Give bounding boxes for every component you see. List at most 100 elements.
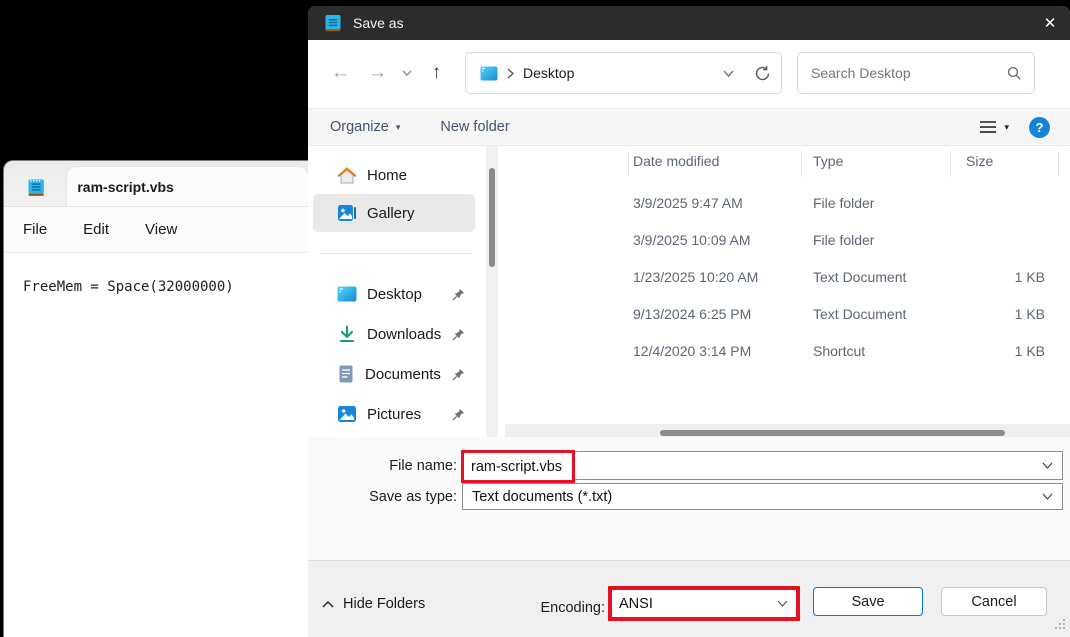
table-row[interactable]: 3/9/2025 10:09 AM File folder bbox=[505, 221, 1070, 258]
cell-size: 1 KB bbox=[945, 343, 1045, 359]
cell-date: 3/9/2025 10:09 AM bbox=[633, 232, 751, 248]
scrollbar-thumb[interactable] bbox=[660, 430, 1005, 436]
pictures-icon bbox=[337, 405, 357, 423]
new-folder-button[interactable]: New folder bbox=[440, 119, 509, 135]
search-placeholder: Search Desktop bbox=[811, 65, 911, 81]
sidebar-item-label: Home bbox=[367, 167, 407, 184]
up-button[interactable]: ↑ bbox=[418, 56, 455, 90]
cell-date: 9/13/2024 6:25 PM bbox=[633, 306, 751, 322]
sidebar-scrollbar[interactable] bbox=[486, 146, 498, 437]
cell-type: Shortcut bbox=[813, 343, 865, 359]
sidebar-item-documents[interactable]: Documents bbox=[313, 354, 475, 394]
pin-icon bbox=[452, 328, 465, 341]
sidebar-item-label: Downloads bbox=[367, 326, 441, 343]
cell-date: 1/23/2025 10:20 AM bbox=[633, 269, 758, 285]
close-button[interactable]: ✕ bbox=[1032, 6, 1068, 40]
up-icon: ↑ bbox=[432, 62, 442, 84]
chevron-down-icon: ▾ bbox=[1004, 122, 1009, 133]
search-icon bbox=[1007, 66, 1022, 81]
notepad-text: FreeMem = Space(32000000) bbox=[23, 279, 234, 295]
address-bar[interactable]: Desktop bbox=[465, 52, 782, 94]
encoding-highlight-box: ANSI bbox=[608, 586, 800, 621]
scrollbar-thumb[interactable] bbox=[489, 168, 495, 267]
table-row[interactable]: 3/9/2025 9:47 AM File folder bbox=[505, 184, 1070, 221]
organize-label: Organize bbox=[330, 119, 389, 135]
chevron-down-icon: ▾ bbox=[396, 122, 401, 133]
notepad-tab[interactable]: ram-script.vbs bbox=[67, 167, 308, 206]
table-row[interactable]: 12/4/2020 3:14 PM Shortcut 1 KB bbox=[505, 332, 1070, 369]
save-as-type-select[interactable]: Text documents (*.txt) bbox=[462, 483, 1063, 510]
pin-icon bbox=[452, 408, 465, 421]
forward-button[interactable]: → bbox=[359, 56, 396, 90]
forward-icon: → bbox=[368, 62, 387, 84]
gallery-icon bbox=[337, 203, 357, 223]
sidebar-item-label: Desktop bbox=[367, 286, 422, 303]
refresh-icon[interactable] bbox=[754, 65, 771, 82]
encoding-select[interactable]: ANSI bbox=[612, 590, 796, 617]
sidebar-item-pictures[interactable]: Pictures bbox=[313, 394, 475, 434]
dialog-footer: Hide Folders Encoding: ANSI Save Cancel bbox=[308, 560, 1070, 637]
cell-size: 1 KB bbox=[945, 306, 1045, 322]
menu-file[interactable]: File bbox=[23, 221, 47, 238]
sidebar-item-downloads[interactable]: Downloads bbox=[313, 314, 475, 354]
cell-date: 12/4/2020 3:14 PM bbox=[633, 343, 751, 359]
chevron-down-icon[interactable] bbox=[777, 600, 788, 607]
sidebar-item-label: Documents bbox=[365, 366, 441, 383]
breadcrumb-location[interactable]: Desktop bbox=[523, 65, 574, 81]
list-rows: 3/9/2025 9:47 AM File folder 3/9/2025 10… bbox=[505, 184, 1070, 369]
table-row[interactable]: 1/23/2025 10:20 AM Text Document 1 KB bbox=[505, 258, 1070, 295]
list-view-icon bbox=[979, 120, 997, 134]
resize-grip[interactable] bbox=[1054, 617, 1066, 635]
sidebar-item-home[interactable]: Home bbox=[313, 156, 475, 194]
navigation-bar: ← → ↑ Desktop bbox=[308, 40, 1070, 106]
list-header: Date modified Type Size bbox=[505, 148, 1070, 178]
chevron-down-icon[interactable] bbox=[1042, 462, 1053, 469]
notepad-window: ram-script.vbs File Edit View FreeMem = … bbox=[3, 160, 308, 637]
sidebar-item-gallery[interactable]: Gallery bbox=[313, 194, 475, 232]
downloads-icon bbox=[337, 324, 357, 344]
file-name-label: File name: bbox=[308, 458, 457, 474]
menu-view[interactable]: View bbox=[145, 221, 177, 238]
notepad-icon bbox=[28, 178, 44, 197]
hide-folders-button[interactable]: Hide Folders bbox=[322, 596, 425, 612]
help-button[interactable]: ? bbox=[1029, 117, 1050, 138]
breadcrumb-chevron-icon bbox=[507, 68, 514, 79]
filename-section: File name: ram-script.vbs Save as type: … bbox=[308, 437, 1070, 560]
close-icon: ✕ bbox=[1044, 14, 1057, 32]
home-icon bbox=[337, 166, 357, 185]
sidebar-item-desktop[interactable]: Desktop bbox=[313, 274, 475, 314]
cell-type: Text Document bbox=[813, 306, 906, 322]
chevron-down-icon bbox=[402, 70, 412, 76]
pin-icon bbox=[452, 368, 465, 381]
new-folder-label: New folder bbox=[440, 119, 509, 135]
organize-button[interactable]: Organize ▾ bbox=[330, 119, 400, 135]
search-input[interactable]: Search Desktop bbox=[797, 52, 1035, 94]
menu-edit[interactable]: Edit bbox=[83, 221, 109, 238]
back-button[interactable]: ← bbox=[322, 56, 359, 90]
file-list: Date modified Type Size 3/9/2025 9:47 AM… bbox=[505, 146, 1070, 437]
notepad-tab-title: ram-script.vbs bbox=[77, 179, 173, 195]
save-as-type-value: Text documents (*.txt) bbox=[472, 489, 612, 505]
pin-icon bbox=[452, 288, 465, 301]
cell-type: File folder bbox=[813, 195, 874, 211]
column-header-date[interactable]: Date modified bbox=[633, 153, 719, 169]
dialog-title-bar[interactable]: Save as ✕ bbox=[308, 6, 1070, 40]
notepad-editor[interactable]: FreeMem = Space(32000000) bbox=[4, 253, 308, 637]
table-row[interactable]: 9/13/2024 6:25 PM Text Document 1 KB bbox=[505, 295, 1070, 332]
view-options-button[interactable]: ▾ bbox=[979, 120, 1009, 134]
file-name-value: ram-script.vbs bbox=[471, 459, 562, 475]
filename-highlight-box: ram-script.vbs bbox=[461, 450, 575, 483]
desktop-icon bbox=[337, 286, 357, 302]
save-as-dialog: Save as ✕ ← → ↑ Desktop bbox=[308, 6, 1070, 637]
sidebar-separator bbox=[320, 253, 472, 254]
file-name-input[interactable]: ram-script.vbs bbox=[462, 451, 1063, 480]
address-dropdown-icon[interactable] bbox=[723, 70, 734, 77]
recent-locations-button[interactable] bbox=[396, 56, 418, 90]
save-as-type-label: Save as type: bbox=[308, 489, 457, 505]
cancel-button[interactable]: Cancel bbox=[941, 587, 1047, 616]
chevron-down-icon[interactable] bbox=[1042, 493, 1053, 500]
save-button[interactable]: Save bbox=[813, 587, 923, 616]
column-header-type[interactable]: Type bbox=[813, 153, 843, 169]
column-header-size[interactable]: Size bbox=[966, 153, 993, 169]
cell-type: File folder bbox=[813, 232, 874, 248]
